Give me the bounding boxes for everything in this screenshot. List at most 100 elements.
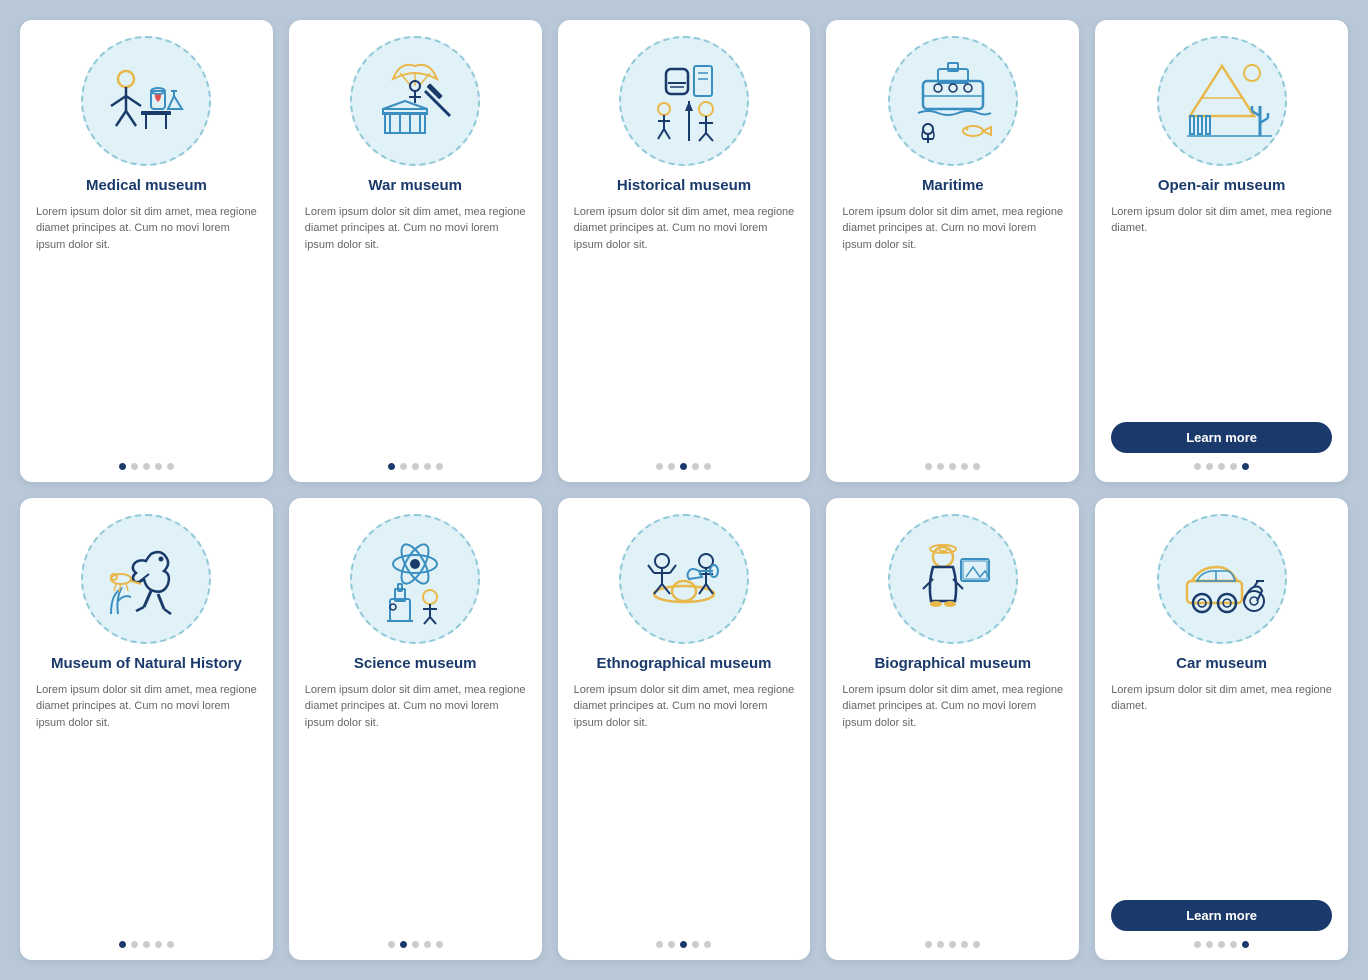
dot-3 [949,463,956,470]
car-museum-title: Car museum [1176,654,1267,674]
car-museum-icon-area [1157,514,1287,644]
biographical-museum-dots [925,941,980,948]
open-air-museum-title: Open-air museum [1158,176,1286,196]
card-biographical-museum: Biographical museum Lorem ipsum dolor si… [826,498,1079,960]
dot-5 [704,463,711,470]
maritime-title: Maritime [922,176,984,196]
maritime-icon-area [888,36,1018,166]
card-ethnographical-museum: Ethnographical museum Lorem ipsum dolor … [558,498,811,960]
car-museum-dots [1194,941,1249,948]
museum-cards-grid: Medical museum Lorem ipsum dolor sit dim… [20,20,1348,960]
biographical-museum-icon-area [888,514,1018,644]
dot-2 [400,463,407,470]
dot-1 [656,941,663,948]
open-air-museum-icon-area [1157,36,1287,166]
maritime-icon [903,51,1003,151]
card-science-museum: Science museum Lorem ipsum dolor sit dim… [289,498,542,960]
dot-3 [949,941,956,948]
ethnographical-museum-title: Ethnographical museum [596,654,771,674]
dot-4 [692,941,699,948]
dot-1 [925,941,932,948]
medical-museum-dots [119,463,174,470]
science-museum-dots [388,941,443,948]
historical-museum-text: Lorem ipsum dolor sit dim amet, mea regi… [574,204,795,454]
dot-4 [1230,941,1237,948]
dot-2 [1206,463,1213,470]
dot-5 [167,463,174,470]
open-air-museum-learn-more-button[interactable]: Learn more [1111,422,1332,453]
natural-history-title: Museum of Natural History [51,654,242,674]
science-museum-icon [365,529,465,629]
dot-3 [680,463,687,470]
dot-1 [1194,941,1201,948]
dot-1 [388,941,395,948]
card-natural-history: Museum of Natural History Lorem ipsum do… [20,498,273,960]
dot-2 [131,463,138,470]
natural-history-icon [96,529,196,629]
dot-5 [167,941,174,948]
dot-1 [388,463,395,470]
ethnographical-museum-dots [656,941,711,948]
dot-3 [1218,463,1225,470]
medical-museum-title: Medical museum [86,176,207,196]
card-medical-museum: Medical museum Lorem ipsum dolor sit dim… [20,20,273,482]
dot-2 [400,941,407,948]
dot-2 [937,941,944,948]
open-air-museum-text: Lorem ipsum dolor sit dim amet, mea regi… [1111,204,1332,413]
war-museum-dots [388,463,443,470]
dot-1 [119,941,126,948]
open-air-museum-icon [1172,51,1272,151]
dot-3 [680,941,687,948]
medical-museum-icon-area [81,36,211,166]
card-car-museum: Car museum Lorem ipsum dolor sit dim ame… [1095,498,1348,960]
car-museum-text: Lorem ipsum dolor sit dim amet, mea regi… [1111,682,1332,891]
maritime-text: Lorem ipsum dolor sit dim amet, mea regi… [842,204,1063,454]
dot-2 [937,463,944,470]
card-maritime: Maritime Lorem ipsum dolor sit dim amet,… [826,20,1079,482]
dot-5 [1242,463,1249,470]
ethnographical-museum-text: Lorem ipsum dolor sit dim amet, mea regi… [574,682,795,932]
dot-4 [424,463,431,470]
open-air-museum-dots [1194,463,1249,470]
dot-4 [961,941,968,948]
dot-4 [692,463,699,470]
natural-history-text: Lorem ipsum dolor sit dim amet, mea regi… [36,682,257,932]
dot-4 [1230,463,1237,470]
historical-museum-dots [656,463,711,470]
dot-1 [656,463,663,470]
dot-2 [1206,941,1213,948]
medical-museum-icon [96,51,196,151]
dot-4 [424,941,431,948]
historical-museum-title: Historical museum [617,176,751,196]
dot-5 [436,941,443,948]
ethnographical-museum-icon [634,529,734,629]
biographical-museum-icon [903,529,1003,629]
dot-2 [668,463,675,470]
dot-2 [131,941,138,948]
natural-history-dots [119,941,174,948]
dot-3 [143,463,150,470]
dot-1 [1194,463,1201,470]
science-museum-title: Science museum [354,654,477,674]
war-museum-title: War museum [368,176,462,196]
dot-4 [155,941,162,948]
car-museum-icon [1172,529,1272,629]
dot-3 [143,941,150,948]
dot-5 [436,463,443,470]
dot-3 [412,941,419,948]
maritime-dots [925,463,980,470]
car-museum-learn-more-button[interactable]: Learn more [1111,900,1332,931]
war-museum-icon [365,51,465,151]
dot-4 [961,463,968,470]
war-museum-text: Lorem ipsum dolor sit dim amet, mea regi… [305,204,526,454]
dot-5 [704,941,711,948]
card-war-museum: War museum Lorem ipsum dolor sit dim ame… [289,20,542,482]
dot-1 [119,463,126,470]
dot-1 [925,463,932,470]
historical-museum-icon [634,51,734,151]
dot-2 [668,941,675,948]
dot-3 [1218,941,1225,948]
medical-museum-text: Lorem ipsum dolor sit dim amet, mea regi… [36,204,257,454]
dot-3 [412,463,419,470]
biographical-museum-text: Lorem ipsum dolor sit dim amet, mea regi… [842,682,1063,932]
